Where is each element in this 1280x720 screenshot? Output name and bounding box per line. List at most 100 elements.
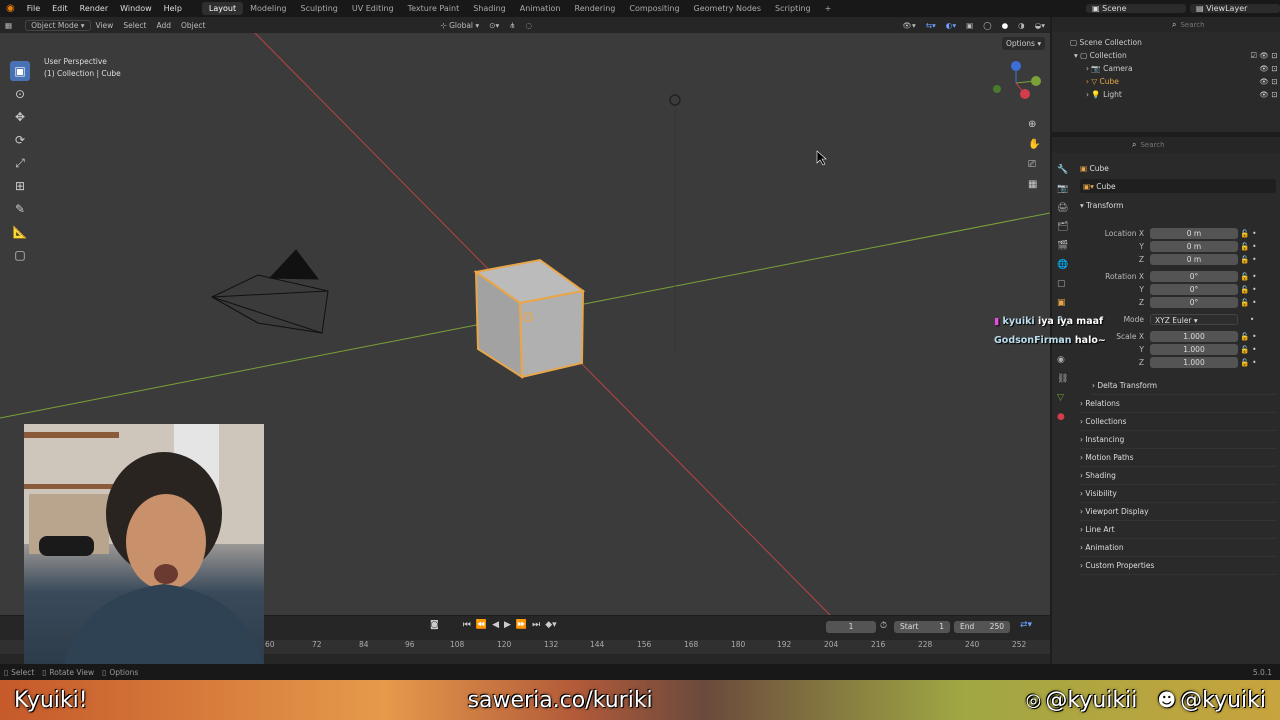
camera-view-icon[interactable]: ⎚ — [1028, 155, 1042, 175]
menu-object[interactable]: Object — [176, 21, 210, 30]
play-icon[interactable]: ▶ — [504, 620, 511, 630]
panel-animation[interactable]: › Animation — [1080, 539, 1276, 557]
panel-shading[interactable]: › Shading — [1080, 467, 1276, 485]
move-icon[interactable]: ✥ — [10, 107, 30, 127]
shading-solid-icon[interactable]: ● — [997, 21, 1014, 30]
jump-start-icon[interactable]: ⏮ — [463, 620, 471, 630]
pivot-icon[interactable]: ⊙▾ — [484, 21, 504, 30]
rotation-x-field[interactable]: 0° — [1150, 271, 1238, 282]
mode-dropdown[interactable]: Object Mode ▾ — [25, 19, 91, 31]
add-workspace-button[interactable]: + — [818, 2, 839, 15]
options-dropdown[interactable]: Options ▾ — [1002, 37, 1046, 50]
tab-shading[interactable]: Shading — [466, 2, 513, 15]
location-z-field[interactable]: 0 m — [1150, 254, 1238, 265]
outliner-collection[interactable]: ▾ ▢ Collection ☑ 👁 ⊡ — [1052, 49, 1280, 62]
tab-sculpting[interactable]: Sculpting — [294, 2, 345, 15]
tab-layout[interactable]: Layout — [201, 2, 244, 15]
panel-motion-paths[interactable]: › Motion Paths — [1080, 449, 1276, 467]
props-search-input[interactable]: Search — [1140, 141, 1164, 149]
rotation-z-field[interactable]: 0° — [1150, 297, 1238, 308]
delta-transform-panel[interactable]: › Delta Transform — [1092, 377, 1276, 395]
lock-icon[interactable]: 🔓 • — [1238, 242, 1256, 251]
tab-scripting[interactable]: Scripting — [768, 2, 818, 15]
start-frame-field[interactable]: Start 1 — [894, 621, 950, 633]
zoom-icon[interactable]: ⊕ — [1028, 115, 1042, 135]
grid-toggle-icon[interactable]: ▦ — [1028, 175, 1042, 195]
scale-x-field[interactable]: 1.000 — [1150, 331, 1238, 342]
panel-relations[interactable]: › Relations — [1080, 395, 1276, 413]
menu-help[interactable]: Help — [158, 4, 188, 13]
menu-view[interactable]: View — [91, 21, 119, 30]
outliner-search-input[interactable]: Search — [1180, 21, 1204, 29]
scene-selector[interactable]: ▣ Scene — [1086, 4, 1186, 13]
add-cube-icon[interactable]: ▢ — [10, 245, 30, 265]
sync-icon[interactable]: ⇄▾ — [1020, 620, 1032, 630]
xray-toggle-icon[interactable]: ▣ — [961, 21, 978, 30]
tab-rendering[interactable]: Rendering — [568, 2, 623, 15]
transform-panel-header[interactable]: ▾ Transform — [1080, 199, 1276, 212]
visibility-icon[interactable]: 👁▾ — [897, 21, 920, 30]
scale-icon[interactable]: ⤢ — [10, 153, 30, 173]
lock-icon[interactable]: 🔓 • — [1238, 358, 1256, 367]
rotation-mode-dropdown[interactable]: XYZ Euler ▾ — [1150, 314, 1238, 325]
keyframe-icon[interactable]: ◆▾ — [545, 620, 556, 630]
tab-modeling[interactable]: Modeling — [243, 2, 293, 15]
jump-end-icon[interactable]: ⏭ — [532, 620, 540, 630]
end-frame-field[interactable]: End 250 — [954, 621, 1010, 633]
panel-collections[interactable]: › Collections — [1080, 413, 1276, 431]
visibility-eye-icon[interactable]: 👁 ⊡ — [1259, 90, 1280, 99]
lock-icon[interactable]: 🔓 • — [1238, 272, 1256, 281]
lock-icon[interactable]: 🔓 • — [1238, 345, 1256, 354]
menu-window[interactable]: Window — [114, 4, 158, 13]
tab-geometry-nodes[interactable]: Geometry Nodes — [687, 2, 768, 15]
prev-key-icon[interactable]: ⏪ — [476, 620, 487, 630]
lock-icon[interactable]: 🔓 • — [1238, 285, 1256, 294]
visibility-eye-icon[interactable]: 👁 ⊡ — [1259, 64, 1280, 73]
checkbox-icon[interactable]: ☑ 👁 ⊡ — [1250, 51, 1280, 60]
object-name-field[interactable]: ▣▾ Cube — [1080, 179, 1276, 193]
panel-visibility[interactable]: › Visibility — [1080, 485, 1276, 503]
tab-compositing[interactable]: Compositing — [622, 2, 686, 15]
viewlayer-selector[interactable]: ▤ ViewLayer — [1190, 4, 1280, 13]
select-box-icon[interactable]: ▣ — [10, 61, 30, 81]
tab-texture-paint[interactable]: Texture Paint — [401, 2, 467, 15]
scale-y-field[interactable]: 1.000 — [1150, 344, 1238, 355]
outliner-item-camera[interactable]: › 📷 Camera 👁 ⊡ — [1052, 62, 1280, 75]
location-x-field[interactable]: 0 m — [1150, 228, 1238, 239]
visibility-eye-icon[interactable]: 👁 ⊡ — [1259, 77, 1280, 86]
panel-instancing[interactable]: › Instancing — [1080, 431, 1276, 449]
blender-logo-icon[interactable]: ◉ — [0, 3, 21, 14]
stopwatch-icon[interactable]: ⏱ — [880, 621, 887, 631]
menu-render[interactable]: Render — [74, 4, 114, 13]
editor-type-icon[interactable]: ▦ — [0, 21, 17, 30]
play-reverse-icon[interactable]: ◀ — [492, 620, 499, 630]
menu-add[interactable]: Add — [151, 21, 176, 30]
tab-uv-editing[interactable]: UV Editing — [345, 2, 401, 15]
panel-viewport-display[interactable]: › Viewport Display — [1080, 503, 1276, 521]
transform-orientation-dropdown[interactable]: ⊹ Global ▾ — [435, 21, 484, 30]
cursor-icon[interactable]: ⊙ — [10, 84, 30, 104]
shading-material-icon[interactable]: ◑ — [1013, 21, 1030, 30]
gizmo-toggle-icon[interactable]: ⇆▾ — [921, 21, 941, 30]
next-key-icon[interactable]: ⏩ — [516, 620, 527, 630]
panel-line-art[interactable]: › Line Art — [1080, 521, 1276, 539]
scale-z-field[interactable]: 1.000 — [1150, 357, 1238, 368]
menu-edit[interactable]: Edit — [46, 4, 74, 13]
overlay-toggle-icon[interactable]: ◐▾ — [941, 21, 961, 30]
current-frame-field[interactable]: 1 — [826, 621, 876, 633]
menu-select[interactable]: Select — [118, 21, 151, 30]
shading-rendered-icon[interactable]: ◒▾ — [1030, 21, 1050, 30]
transform-icon[interactable]: ⊞ — [10, 176, 30, 196]
record-icon[interactable]: ◙ — [430, 620, 439, 630]
lock-icon[interactable]: 🔓 • — [1238, 255, 1256, 264]
lock-icon[interactable]: 🔓 • — [1238, 298, 1256, 307]
outliner-scene-collection[interactable]: ▢ Scene Collection — [1052, 36, 1280, 49]
lock-icon[interactable]: 🔓 • — [1238, 332, 1256, 341]
lock-icon[interactable]: 🔓 • — [1238, 229, 1256, 238]
measure-icon[interactable]: 📐 — [10, 222, 30, 242]
tab-animation[interactable]: Animation — [513, 2, 568, 15]
rotation-y-field[interactable]: 0° — [1150, 284, 1238, 295]
outliner-item-light[interactable]: › 💡 Light 👁 ⊡ — [1052, 88, 1280, 101]
panel-custom-properties[interactable]: › Custom Properties — [1080, 557, 1276, 575]
snap-icon[interactable]: ⋔ — [504, 21, 520, 30]
